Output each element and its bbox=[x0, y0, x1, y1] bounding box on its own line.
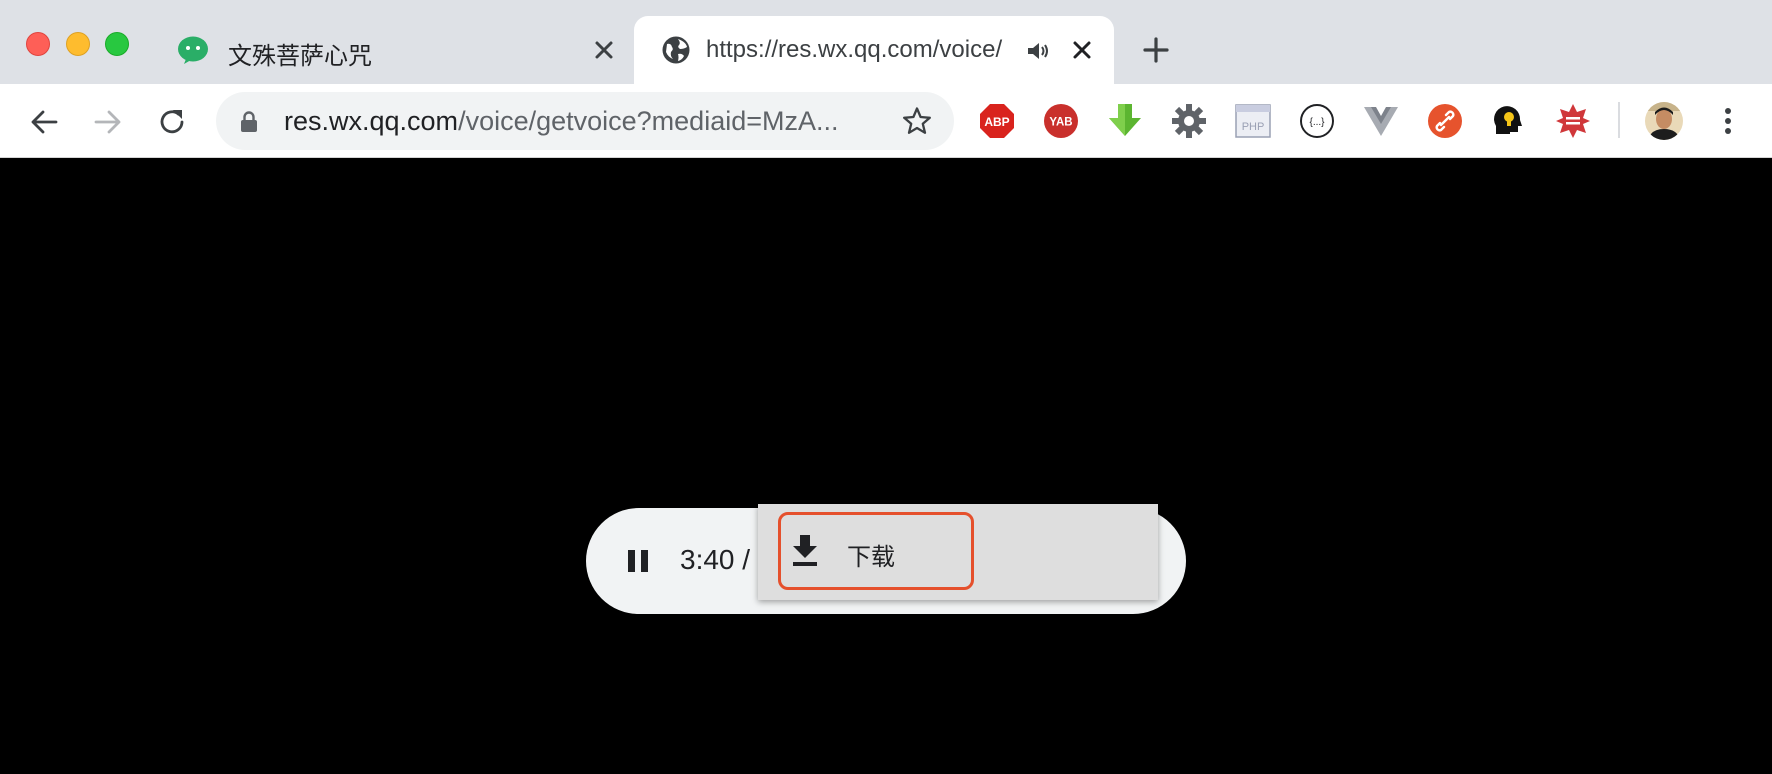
tab-title: 文殊菩萨心咒 bbox=[228, 43, 372, 70]
svg-text:{...}: {...} bbox=[1309, 117, 1325, 128]
speaker-icon[interactable] bbox=[1026, 40, 1050, 62]
gear-extension-icon[interactable] bbox=[1170, 102, 1208, 140]
close-icon[interactable] bbox=[592, 38, 616, 62]
lightbulb-extension-icon[interactable] bbox=[1490, 102, 1528, 140]
url-path: /voice/getvoice?mediaid=MzA... bbox=[458, 106, 839, 136]
window-close-button[interactable] bbox=[26, 32, 50, 56]
new-tab-plus-icon[interactable] bbox=[1142, 36, 1170, 64]
star-badge-extension-icon[interactable] bbox=[1554, 102, 1592, 140]
address-bar[interactable]: res.wx.qq.com/voice/getvoice?mediaid=MzA… bbox=[216, 92, 954, 150]
context-menu: 下载 bbox=[758, 504, 1158, 600]
tab-strip: 文殊菩萨心咒 https://res.wx.qq.com/voice/ bbox=[0, 0, 1772, 84]
tab-voice[interactable]: https://res.wx.qq.com/voice/ bbox=[634, 16, 1114, 84]
wechat-icon bbox=[178, 36, 208, 64]
profile-avatar[interactable] bbox=[1644, 101, 1684, 141]
browser-toolbar: res.wx.qq.com/voice/getvoice?mediaid=MzA… bbox=[0, 84, 1772, 158]
window-minimize-button[interactable] bbox=[66, 32, 90, 56]
tab-title: https://res.wx.qq.com/voice/ bbox=[706, 36, 1003, 63]
page-content: 3:40 / 下载 bbox=[0, 158, 1772, 774]
abp-extension-icon[interactable]: ABP bbox=[978, 102, 1016, 140]
toolbar-separator bbox=[1618, 102, 1620, 138]
pause-icon[interactable] bbox=[626, 548, 650, 574]
svg-text:YAB: YAB bbox=[1049, 117, 1072, 129]
vue-extension-icon[interactable] bbox=[1362, 102, 1400, 140]
forward-arrow-icon[interactable] bbox=[92, 106, 124, 138]
bookmark-star-icon[interactable] bbox=[902, 106, 932, 136]
lock-icon[interactable] bbox=[240, 111, 258, 133]
tab-wenshu[interactable]: 文殊菩萨心咒 bbox=[158, 16, 628, 84]
url-host: res.wx.qq.com bbox=[284, 106, 459, 136]
download-label: 下载 bbox=[847, 544, 895, 571]
yab-extension-icon[interactable]: YAB bbox=[1042, 102, 1080, 140]
json-extension-icon[interactable]: {...} bbox=[1298, 102, 1336, 140]
download-menu-item[interactable]: 下载 bbox=[778, 512, 974, 590]
download-arrow-extension-icon[interactable] bbox=[1106, 102, 1144, 140]
php-extension-icon[interactable]: PHP bbox=[1234, 102, 1272, 140]
close-icon[interactable] bbox=[1070, 38, 1094, 62]
globe-icon bbox=[662, 36, 690, 64]
playback-time: 3:40 / bbox=[680, 544, 751, 575]
link-extension-icon[interactable] bbox=[1426, 102, 1464, 140]
back-arrow-icon[interactable] bbox=[28, 106, 60, 138]
download-icon bbox=[793, 535, 817, 566]
window-maximize-button[interactable] bbox=[105, 32, 129, 56]
reload-icon[interactable] bbox=[156, 106, 188, 138]
menu-kebab-icon[interactable] bbox=[1714, 102, 1742, 140]
svg-text:PHP: PHP bbox=[1242, 121, 1265, 133]
url-text[interactable]: res.wx.qq.com/voice/getvoice?mediaid=MzA… bbox=[284, 106, 884, 137]
svg-text:ABP: ABP bbox=[984, 115, 1009, 129]
